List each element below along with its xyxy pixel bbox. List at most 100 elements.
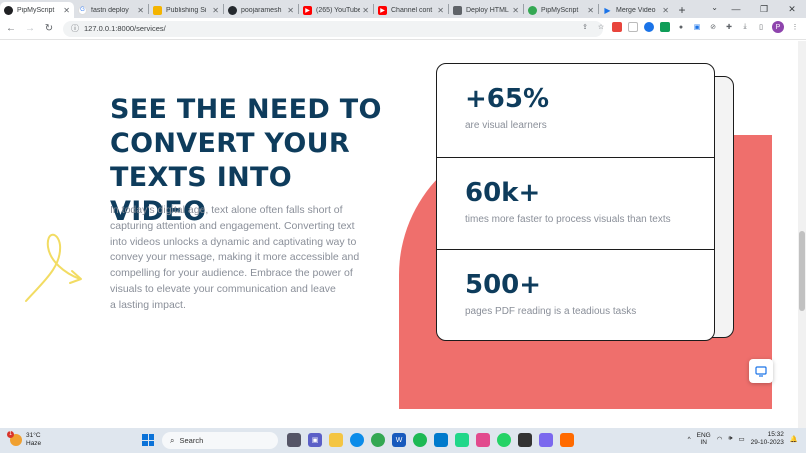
scrollbar-thumb[interactable]: [799, 231, 805, 311]
search-icon: ⌕: [170, 435, 175, 445]
monitor-icon: [755, 365, 767, 377]
word-icon[interactable]: W: [392, 433, 406, 447]
edge-icon[interactable]: [350, 433, 364, 447]
vscode-icon[interactable]: [434, 433, 448, 447]
description-line: convey your message, making it more acce…: [110, 251, 360, 264]
stat-item: +65% are visual learners: [437, 64, 714, 157]
reload-icon[interactable]: ↻: [41, 21, 57, 37]
bookmark-star-icon[interactable]: ☆: [596, 22, 606, 32]
notification-bell-icon[interactable]: 🔔: [790, 435, 798, 443]
browser-tab[interactable]: ▶ (265) YouTube ✕: [299, 2, 373, 18]
tab-title: Merge Video: [616, 6, 656, 14]
stats-card: +65% are visual learners 60k+ times more…: [436, 63, 715, 341]
chat-widget-button[interactable]: [749, 359, 773, 383]
description-line: into videos unlocks a dynamic and captiv…: [110, 235, 357, 248]
lang-bottom: IN: [700, 439, 707, 446]
app-icon[interactable]: [476, 433, 490, 447]
teams-icon[interactable]: ▣: [308, 433, 322, 447]
window-controls: — ❐ ✕: [722, 0, 806, 18]
whatsapp-icon[interactable]: [497, 433, 511, 447]
tab-close-icon[interactable]: ✕: [587, 6, 594, 15]
pycharm-icon[interactable]: [455, 433, 469, 447]
extension-icon[interactable]: [660, 22, 670, 32]
browser-tab[interactable]: PipMyScript ✕: [0, 2, 74, 18]
share-icon[interactable]: ⇪: [580, 22, 590, 32]
browser-tab[interactable]: G fastn deploy ✕: [74, 2, 148, 18]
weather-desc: Haze: [26, 439, 42, 447]
site-info-icon[interactable]: ⓘ: [71, 23, 79, 34]
search-placeholder: Search: [179, 436, 204, 445]
windows-taskbar: 1 31°C Haze ⌕ Search ▣ W ^ ENG IN ◠ 🕪 ▭ …: [0, 428, 806, 453]
close-window-icon[interactable]: ✕: [778, 0, 806, 18]
address-bar[interactable]: ⓘ 127.0.0.1:8000/services/: [63, 20, 603, 37]
volume-icon[interactable]: 🕪: [728, 435, 732, 443]
section-description: In today's digital age, text alone often…: [110, 203, 372, 314]
side-panel-icon[interactable]: ▯: [756, 22, 766, 32]
system-tray: ^ ENG IN ◠ 🕪 ▭ 15:32 29-10-2023 🔔: [688, 431, 798, 447]
extension-icon[interactable]: ●: [676, 22, 686, 32]
app-icon[interactable]: [539, 433, 553, 447]
windows-start-icon[interactable]: [142, 434, 154, 446]
description-line: In today's digital age, text alone often…: [110, 204, 343, 216]
chrome-icon[interactable]: [371, 433, 385, 447]
tab-search-icon[interactable]: ⌄: [711, 3, 718, 12]
weather-widget[interactable]: 1 31°C Haze: [7, 430, 41, 447]
puzzle-icon[interactable]: ✚: [724, 22, 734, 32]
maximize-icon[interactable]: ❐: [750, 0, 778, 18]
browser-tab[interactable]: Deploy HTML ✕: [449, 2, 523, 18]
download-icon[interactable]: ⤓: [740, 22, 750, 32]
extension-icon[interactable]: [644, 22, 654, 32]
extension-icon[interactable]: [628, 22, 638, 32]
github-icon: [228, 5, 237, 15]
extension-icon[interactable]: ⊘: [708, 22, 718, 32]
new-tab-button[interactable]: +: [673, 2, 691, 18]
stat-item: 500+ pages PDF reading is a teadious tas…: [437, 249, 714, 340]
stat-label: times more faster to process visuals tha…: [465, 213, 671, 225]
tab-close-icon[interactable]: ✕: [137, 6, 144, 15]
forward-arrow-icon[interactable]: →: [22, 21, 38, 37]
tab-close-icon[interactable]: ✕: [662, 6, 669, 15]
stat-value: 500+: [465, 270, 542, 300]
back-arrow-icon[interactable]: ←: [3, 21, 19, 37]
description-line: visuals to elevate your communication an…: [110, 282, 336, 295]
tab-close-icon[interactable]: ✕: [212, 6, 219, 15]
pipmyscript-icon: [4, 5, 13, 15]
taskbar-search[interactable]: ⌕ Search: [162, 432, 278, 449]
stat-item: 60k+ times more faster to process visual…: [437, 156, 714, 250]
minimize-icon[interactable]: —: [722, 0, 750, 18]
deploy-icon: [453, 5, 462, 15]
weather-text: 31°C Haze: [26, 432, 41, 447]
browser-tab[interactable]: Publishing Si ✕: [149, 2, 223, 18]
tab-close-icon[interactable]: ✕: [512, 6, 519, 15]
description-line: capturing attention and engagement. Conv…: [110, 219, 355, 232]
chevron-up-icon[interactable]: ^: [688, 436, 691, 443]
page-scrollbar[interactable]: [798, 41, 806, 428]
task-view-icon[interactable]: [287, 433, 301, 447]
extension-icon[interactable]: [612, 22, 622, 32]
tab-close-icon[interactable]: ✕: [63, 6, 70, 15]
tab-close-icon[interactable]: ✕: [437, 6, 444, 15]
browser-tab[interactable]: PipMyScript ✕: [524, 2, 598, 18]
google-icon: G: [78, 5, 87, 15]
weather-sun-icon: 1: [7, 430, 22, 446]
headline-line: CONVERT YOUR: [110, 128, 350, 159]
extension-icon[interactable]: ▣: [692, 22, 702, 32]
profile-avatar[interactable]: P: [772, 21, 784, 33]
tab-title: PipMyScript: [541, 6, 579, 14]
battery-icon[interactable]: ▭: [739, 435, 745, 443]
browser-tab[interactable]: ▶ Merge Video ✕: [599, 2, 673, 18]
terminal-icon[interactable]: [518, 433, 532, 447]
system-clock[interactable]: 15:32 29-10-2023: [751, 431, 784, 447]
tab-close-icon[interactable]: ✕: [287, 6, 294, 15]
file-explorer-icon[interactable]: [329, 433, 343, 447]
wifi-icon[interactable]: ◠: [717, 435, 723, 443]
app-icon[interactable]: [560, 433, 574, 447]
language-indicator[interactable]: ENG IN: [697, 432, 711, 447]
browser-tab[interactable]: poojaramesh ✕: [224, 2, 298, 18]
browser-tab[interactable]: ▶ Channel cont ✕: [374, 2, 448, 18]
spotify-icon[interactable]: [413, 433, 427, 447]
youtube-icon: ▶: [303, 5, 312, 15]
menu-kebab-icon[interactable]: ⋮: [790, 22, 800, 32]
tab-title: poojaramesh: [241, 6, 282, 14]
tab-close-icon[interactable]: ✕: [362, 6, 369, 15]
